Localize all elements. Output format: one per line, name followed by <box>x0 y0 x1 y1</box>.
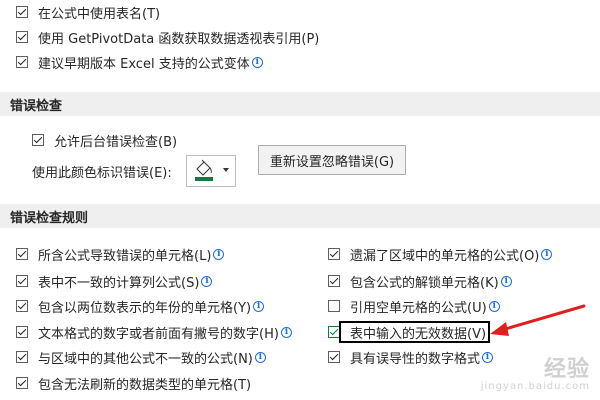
watermark: 经验 jingyan.baidu.com <box>481 358 590 392</box>
rule-label: 表中不一致的计算列公式(S) <box>38 275 200 291</box>
option-label: 建议早期版本 Excel 支持的公式变体 <box>38 56 250 72</box>
option-getpivotdata[interactable]: 使用 GetPivotData 函数获取数据透视表引用(P) <box>16 26 319 48</box>
rule-label: 包含以两位数表示的年份的单元格(Y) <box>38 300 252 316</box>
checkbox-misleading-number-formats[interactable] <box>328 351 340 363</box>
info-icon[interactable]: i <box>280 326 292 338</box>
rule-numbers-as-text[interactable]: 文本格式的数字或者前面有撇号的数字(H) i <box>16 321 292 343</box>
checkbox-unrefreshable-data-types[interactable] <box>16 377 28 389</box>
option-use-table-names[interactable]: 在公式中使用表名(T) <box>16 1 160 23</box>
rule-unrefreshable-data-types[interactable]: 包含无法刷新的数据类型的单元格(T) <box>16 372 251 394</box>
section-title: 错误检查规则 <box>10 210 89 226</box>
rule-label: 文本格式的数字或者前面有撇号的数字(H) <box>38 326 279 342</box>
checkbox-inconsistent-region-formula[interactable] <box>16 351 28 363</box>
rule-label: 与区域中的其他公式不一致的公式(N) <box>38 351 253 367</box>
red-arrow-annotation <box>490 304 586 336</box>
checkbox-background-error-checking[interactable] <box>32 134 44 146</box>
highlight-box <box>339 321 490 343</box>
checkbox-getpivotdata[interactable] <box>16 31 28 43</box>
checkbox-empty-cell-references[interactable] <box>328 300 340 312</box>
rule-empty-cell-references[interactable]: 引用空单元格的公式(U) i <box>328 295 500 317</box>
option-label: 允许后台错误检查(B) <box>54 134 178 150</box>
option-label: 使用 GetPivotData 函数获取数据透视表引用(P) <box>38 31 320 47</box>
rule-label: 引用空单元格的公式(U) <box>350 300 487 316</box>
section-title: 错误检查 <box>10 98 63 114</box>
info-icon[interactable]: i <box>253 300 265 312</box>
checkbox-inconsistent-column-formula[interactable] <box>16 275 28 287</box>
option-formula-variants[interactable]: 建议早期版本 Excel 支持的公式变体 i <box>16 51 263 73</box>
info-icon[interactable]: i <box>251 56 263 68</box>
section-header-rules: 错误检查规则 <box>0 204 600 228</box>
rule-misleading-number-formats[interactable]: 具有误导性的数字格式 i <box>328 346 494 368</box>
section-header-error-checking: 错误检查 <box>0 92 600 116</box>
watermark-sub: jingyan.baidu.com <box>480 380 590 392</box>
paint-bucket-icon <box>195 159 229 181</box>
info-icon[interactable]: i <box>201 275 213 287</box>
checkbox-formula-variants[interactable] <box>16 56 28 68</box>
rule-label: 遗漏了区域中的单元格的公式(O) <box>350 248 540 264</box>
checkbox-unlocked-formula-cells[interactable] <box>328 275 340 287</box>
rule-formula-errors[interactable]: 所含公式导致错误的单元格(L) i <box>16 243 225 265</box>
button-label: 重新设置忽略错误(G) <box>269 154 395 170</box>
info-icon[interactable]: i <box>254 351 266 363</box>
reset-ignored-errors-button[interactable]: 重新设置忽略错误(G) <box>258 145 406 175</box>
error-color-label: 使用此颜色标识错误(E): <box>32 165 172 181</box>
rule-label: 包含无法刷新的数据类型的单元格(T) <box>38 377 252 393</box>
info-icon[interactable]: i <box>500 275 512 287</box>
rule-inconsistent-column-formula[interactable]: 表中不一致的计算列公式(S) i <box>16 270 213 292</box>
rule-label: 包含公式的解锁单元格(K) <box>350 275 499 291</box>
rule-omitted-cells[interactable]: 遗漏了区域中的单元格的公式(O) i <box>328 243 553 265</box>
rule-unlocked-formula-cells[interactable]: 包含公式的解锁单元格(K) i <box>328 270 512 292</box>
checkbox-use-table-names[interactable] <box>16 6 28 18</box>
chevron-down-icon <box>223 168 229 172</box>
info-icon[interactable]: i <box>213 248 225 260</box>
rule-label: 所含公式导致错误的单元格(L) <box>38 248 212 264</box>
error-color-row: 使用此颜色标识错误(E): <box>32 160 172 182</box>
checkbox-omitted-cells[interactable] <box>328 248 340 260</box>
rule-two-digit-years[interactable]: 包含以两位数表示的年份的单元格(Y) i <box>16 295 265 317</box>
option-background-error-checking[interactable]: 允许后台错误检查(B) <box>32 129 177 151</box>
checkbox-two-digit-years[interactable] <box>16 300 28 312</box>
error-color-picker[interactable] <box>186 155 236 187</box>
info-icon[interactable]: i <box>541 248 553 260</box>
error-color-swatch <box>195 177 213 181</box>
option-label: 在公式中使用表名(T) <box>38 6 161 22</box>
checkbox-formula-errors[interactable] <box>16 248 28 260</box>
watermark-main: 经验 <box>543 357 590 383</box>
rule-label: 具有误导性的数字格式 <box>350 351 481 367</box>
checkbox-numbers-as-text[interactable] <box>16 326 28 338</box>
rule-inconsistent-region-formula[interactable]: 与区域中的其他公式不一致的公式(N) i <box>16 346 266 368</box>
